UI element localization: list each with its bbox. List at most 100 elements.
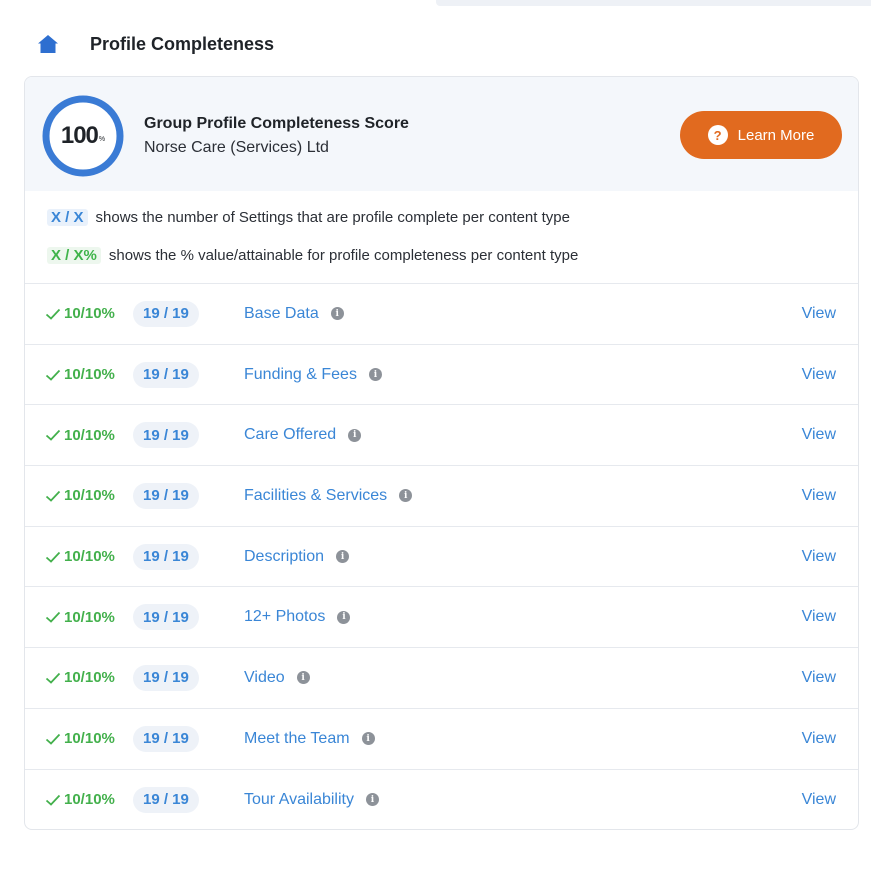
legend-count-token: X / X	[47, 208, 88, 226]
check-icon	[45, 551, 61, 563]
completeness-percent: 10/10%	[45, 427, 115, 444]
content-type-label: Tour Availability i	[244, 791, 379, 809]
content-type-name: Tour Availability	[244, 790, 354, 808]
content-row-care-offered: 10/10% 19 / 19 Care Offered i View	[25, 405, 858, 467]
content-type-label: Meet the Team i	[244, 730, 375, 748]
info-icon[interactable]: i	[296, 671, 310, 685]
check-icon	[45, 733, 61, 745]
legend-count-line: X / X shows the number of Settings that …	[47, 201, 858, 233]
view-link[interactable]: View	[802, 548, 836, 566]
percent-value: 10/10%	[64, 305, 115, 323]
legend: X / X shows the number of Settings that …	[25, 191, 858, 284]
content-type-name: Meet the Team	[244, 729, 350, 747]
settings-count-badge: 19 / 19	[133, 361, 199, 388]
info-icon[interactable]: i	[361, 732, 375, 746]
content-type-list: 10/10% 19 / 19 Base Data i View 10/10% 19…	[25, 284, 858, 830]
page-title: Profile Completeness	[90, 33, 275, 54]
score-value: 100%	[41, 94, 125, 178]
info-icon[interactable]: i	[337, 610, 351, 624]
organisation-name: Norse Care (Services) Ltd	[144, 139, 329, 156]
content-row-facilities-services: 10/10% 19 / 19 Facilities & Services i Vi…	[25, 466, 858, 527]
content-type-label: 12+ Photos i	[244, 608, 351, 626]
check-icon	[45, 611, 61, 624]
profile-completeness-card: 100% Group Profile Completeness Score No…	[24, 76, 859, 830]
info-icon[interactable]: i	[368, 368, 382, 382]
score-header: 100% Group Profile Completeness Score No…	[25, 77, 858, 191]
percent-value: 10/10%	[64, 548, 115, 566]
legend-count-text: shows the number of Settings that are pr…	[95, 208, 570, 226]
view-link[interactable]: View	[802, 426, 836, 444]
score-number: 100	[60, 122, 99, 149]
settings-count-badge: 19 / 19	[133, 786, 199, 813]
settings-count-badge: 19 / 19	[133, 422, 199, 449]
content-row-video: 10/10% 19 / 19 Video i View	[25, 648, 858, 709]
content-type-name: Video	[244, 668, 285, 686]
completeness-percent: 10/10%	[45, 791, 115, 808]
check-icon	[45, 308, 61, 320]
completeness-percent: 10/10%	[45, 669, 115, 686]
score-title: Group Profile Completeness Score	[144, 115, 409, 132]
learn-more-button[interactable]: ? Learn More	[680, 111, 842, 159]
percent-value: 10/10%	[64, 669, 115, 687]
score-suffix: %	[98, 135, 106, 143]
view-link[interactable]: View	[802, 791, 836, 809]
percent-value: 10/10%	[64, 366, 115, 384]
completeness-percent: 10/10%	[45, 730, 115, 747]
settings-count-badge: 19 / 19	[133, 664, 199, 691]
completeness-percent: 10/10%	[45, 305, 115, 322]
percent-value: 10/10%	[64, 730, 115, 748]
question-icon: ?	[707, 125, 728, 145]
legend-percent-text: shows the % value/attainable for profile…	[108, 246, 579, 264]
content-type-label: Base Data i	[244, 305, 344, 323]
learn-more-label: Learn More	[737, 126, 815, 144]
content-row-description: 10/10% 19 / 19 Description i View	[25, 527, 858, 588]
percent-value: 10/10%	[64, 426, 115, 444]
content-type-name: 12+ Photos	[244, 608, 326, 626]
info-icon[interactable]: i	[399, 489, 413, 503]
check-icon	[45, 794, 61, 806]
content-row-photos: 10/10% 19 / 19 12+ Photos i View	[25, 587, 858, 649]
completeness-percent: 10/10%	[45, 609, 115, 626]
completeness-percent: 10/10%	[45, 548, 115, 565]
settings-count-badge: 19 / 19	[133, 604, 199, 631]
check-icon	[45, 490, 61, 502]
info-icon[interactable]: i	[336, 550, 350, 564]
content-type-label: Funding & Fees i	[244, 366, 382, 384]
content-type-label: Facilities & Services i	[244, 487, 413, 505]
percent-value: 10/10%	[64, 791, 115, 809]
content-type-label: Video i	[244, 669, 310, 687]
page-header: Profile Completeness	[36, 30, 274, 58]
settings-count-badge: 19 / 19	[133, 543, 199, 570]
completeness-percent: 10/10%	[45, 487, 115, 504]
settings-count-badge: 19 / 19	[133, 300, 199, 327]
info-icon[interactable]: i	[330, 307, 344, 321]
percent-value: 10/10%	[64, 608, 115, 626]
settings-count-badge: 19 / 19	[133, 725, 199, 752]
check-icon	[45, 672, 61, 684]
check-icon	[45, 369, 61, 381]
view-link[interactable]: View	[802, 487, 836, 505]
content-type-label: Description i	[244, 548, 350, 566]
legend-percent-line: X / X% shows the % value/attainable for …	[47, 239, 858, 271]
content-row-tour-availability: 10/10% 19 / 19 Tour Availability i View	[25, 770, 858, 830]
view-link[interactable]: View	[802, 608, 836, 626]
view-link[interactable]: View	[802, 366, 836, 384]
content-type-name: Base Data	[244, 304, 319, 322]
content-row-funding-fees: 10/10% 19 / 19 Funding & Fees i View	[25, 345, 858, 406]
percent-value: 10/10%	[64, 487, 115, 505]
home-icon[interactable]	[36, 33, 60, 55]
check-icon	[45, 429, 61, 441]
view-link[interactable]: View	[802, 730, 836, 748]
info-icon[interactable]: i	[348, 428, 362, 442]
completeness-percent: 10/10%	[45, 366, 115, 383]
content-type-label: Care Offered i	[244, 426, 362, 444]
legend-percent-token: X / X%	[47, 246, 101, 264]
info-icon[interactable]: i	[365, 793, 379, 807]
content-type-name: Funding & Fees	[244, 365, 357, 383]
content-row-meet-the-team: 10/10% 19 / 19 Meet the Team i View	[25, 709, 858, 770]
view-link[interactable]: View	[802, 305, 836, 323]
content-row-base-data: 10/10% 19 / 19 Base Data i View	[25, 284, 858, 345]
view-link[interactable]: View	[802, 669, 836, 687]
content-type-name: Care Offered	[244, 426, 337, 444]
top-tab-strip	[436, 0, 871, 6]
